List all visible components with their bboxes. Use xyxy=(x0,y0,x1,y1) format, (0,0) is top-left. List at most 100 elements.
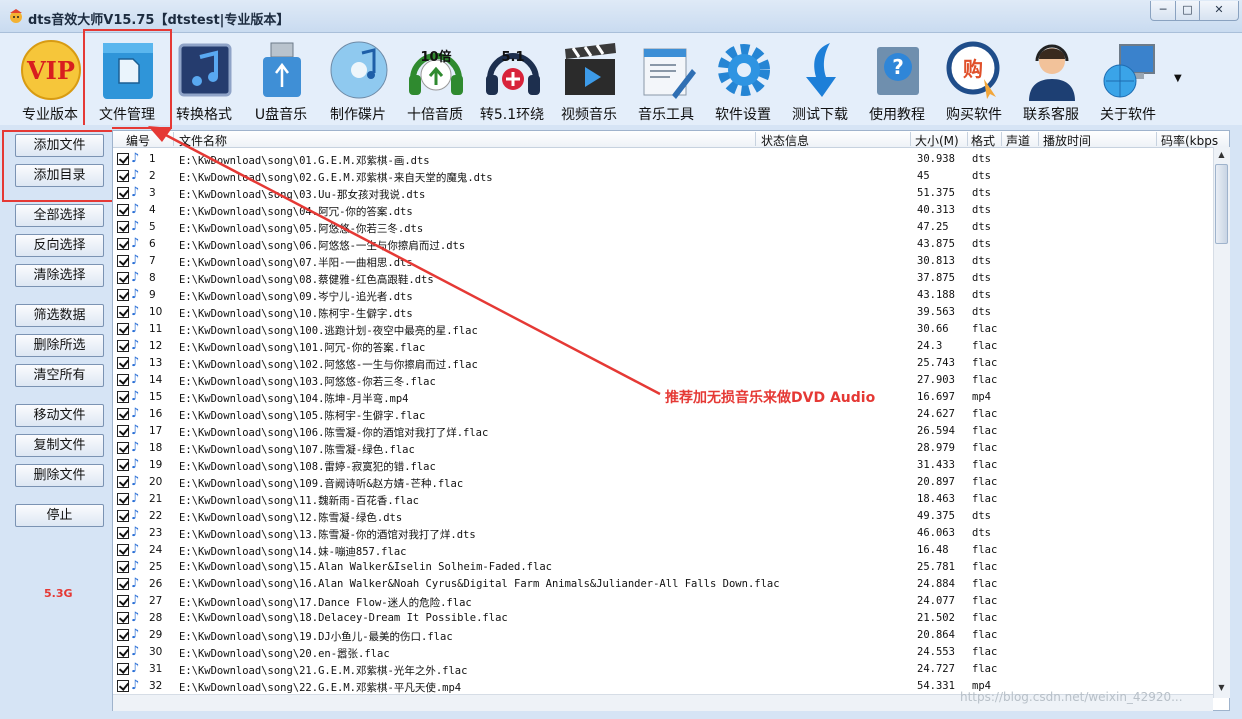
row-checkbox[interactable] xyxy=(117,408,129,420)
minimize-button[interactable]: ─ xyxy=(1150,1,1176,21)
table-row[interactable]: ♪ 12 E:\KwDownload\song\101.阿冗-你的答案.flac 24… xyxy=(113,338,1217,355)
scrollbar-thumb[interactable] xyxy=(1215,164,1228,244)
column-play-time[interactable]: 播放时间 xyxy=(1043,132,1091,149)
table-row[interactable]: ♪ 18 E:\KwDownload\song\107.陈雪凝-绿色.flac 28.… xyxy=(113,440,1217,457)
scroll-up-icon[interactable]: ▲ xyxy=(1215,147,1228,162)
row-checkbox[interactable] xyxy=(117,561,129,573)
table-row[interactable]: ♪ 30 E:\KwDownload\song\20.en-嚣张.flac 24.55… xyxy=(113,644,1217,661)
table-row[interactable]: ♪ 16 E:\KwDownload\song\105.陈柯宇-生僻字.flac 24… xyxy=(113,406,1217,423)
table-row[interactable]: ♪ 8 E:\KwDownload\song\08.蔡健雅-红色高跟鞋.dts 37.… xyxy=(113,270,1217,287)
toolbar-pro-version[interactable]: VIP 专业版本 xyxy=(12,33,88,125)
row-checkbox[interactable] xyxy=(117,340,129,352)
table-row[interactable]: ♪ 21 E:\KwDownload\song\11.魏新雨-百花香.flac 18.… xyxy=(113,491,1217,508)
copy-file-button[interactable]: 复制文件 xyxy=(15,434,104,457)
table-row[interactable]: ♪ 22 E:\KwDownload\song\12.陈雪凝-绿色.dts 49.37… xyxy=(113,508,1217,525)
row-checkbox[interactable] xyxy=(117,187,129,199)
row-checkbox[interactable] xyxy=(117,527,129,539)
toolbar-surround-51[interactable]: 5.1 转5.1环绕 xyxy=(474,33,550,125)
scroll-down-icon[interactable]: ▼ xyxy=(1215,680,1228,695)
toolbar-convert-format[interactable]: 转换格式 xyxy=(166,33,242,125)
row-checkbox[interactable] xyxy=(117,255,129,267)
toolbar-buy-software[interactable]: 购 购买软件 xyxy=(936,33,1012,125)
row-checkbox[interactable] xyxy=(117,374,129,386)
column-bitrate[interactable]: 码率(kbps xyxy=(1161,132,1218,149)
row-checkbox[interactable] xyxy=(117,476,129,488)
filter-data-button[interactable]: 筛选数据 xyxy=(15,304,104,327)
table-row[interactable]: ♪ 17 E:\KwDownload\song\106.陈雪凝-你的酒馆对我打了烊.… xyxy=(113,423,1217,440)
row-checkbox[interactable] xyxy=(117,425,129,437)
delete-file-button[interactable]: 删除文件 xyxy=(15,464,104,487)
row-checkbox[interactable] xyxy=(117,238,129,250)
toolbar-software-settings[interactable]: 软件设置 xyxy=(705,33,781,125)
clear-all-button[interactable]: 清空所有 xyxy=(15,364,104,387)
row-checkbox[interactable] xyxy=(117,493,129,505)
table-row[interactable]: ♪ 1 E:\KwDownload\song\01.G.E.M.邓紫棋-画.dts 3… xyxy=(113,151,1217,168)
row-checkbox[interactable] xyxy=(117,306,129,318)
row-checkbox[interactable] xyxy=(117,680,129,692)
row-checkbox[interactable] xyxy=(117,323,129,335)
table-row[interactable]: ♪ 23 E:\KwDownload\song\13.陈雪凝-你的酒馆对我打了烊.d… xyxy=(113,525,1217,542)
row-checkbox[interactable] xyxy=(117,357,129,369)
row-checkbox[interactable] xyxy=(117,153,129,165)
table-row[interactable]: ♪ 2 E:\KwDownload\song\02.G.E.M.邓紫棋-来自天堂的魔… xyxy=(113,168,1217,185)
move-file-button[interactable]: 移动文件 xyxy=(15,404,104,427)
table-row[interactable]: ♪ 19 E:\KwDownload\song\108.雷婷-寂寞犯的错.flac 3… xyxy=(113,457,1217,474)
row-checkbox[interactable] xyxy=(117,612,129,624)
row-checkbox[interactable] xyxy=(117,459,129,471)
row-checkbox[interactable] xyxy=(117,442,129,454)
toolbar-ten-times-quality[interactable]: 10倍 十倍音质 xyxy=(397,33,473,125)
toolbar-usb-music[interactable]: U盘音乐 xyxy=(243,33,319,125)
table-row[interactable]: ♪ 5 E:\KwDownload\song\05.阿悠悠-你若三冬.dts 47.2… xyxy=(113,219,1217,236)
column-format[interactable]: 格式 xyxy=(971,132,995,149)
table-row[interactable]: ♪ 20 E:\KwDownload\song\109.音阙诗听&赵方婧-芒种.fl… xyxy=(113,474,1217,491)
table-row[interactable]: ♪ 10 E:\KwDownload\song\10.陈柯宇-生僻字.dts 39.5… xyxy=(113,304,1217,321)
stop-button[interactable]: 停止 xyxy=(15,504,104,527)
row-checkbox[interactable] xyxy=(117,646,129,658)
toolbar-video-music[interactable]: 视频音乐 xyxy=(551,33,627,125)
toolbar-make-disc[interactable]: 制作碟片 xyxy=(320,33,396,125)
table-row[interactable]: ♪ 7 E:\KwDownload\song\07.半阳-一曲相思.dts 30.81… xyxy=(113,253,1217,270)
table-row[interactable]: ♪ 6 E:\KwDownload\song\06.阿悠悠-一生与你擦肩而过.dts… xyxy=(113,236,1217,253)
toolbar-music-tools[interactable]: 音乐工具 xyxy=(628,33,704,125)
row-checkbox[interactable] xyxy=(117,170,129,182)
table-row[interactable]: ♪ 13 E:\KwDownload\song\102.阿悠悠-一生与你擦肩而过.f… xyxy=(113,355,1217,372)
toolbar-test-download[interactable]: 测试下载 xyxy=(782,33,858,125)
table-row[interactable]: ♪ 27 E:\KwDownload\song\17.Dance Flow-迷人的危… xyxy=(113,593,1217,610)
column-channel[interactable]: 声道 xyxy=(1006,132,1030,149)
row-checkbox[interactable] xyxy=(117,663,129,675)
row-checkbox[interactable] xyxy=(117,204,129,216)
invert-selection-button[interactable]: 反向选择 xyxy=(15,234,104,257)
table-row[interactable]: ♪ 3 E:\KwDownload\song\03.Uu-那女孩对我说.dts 51.… xyxy=(113,185,1217,202)
delete-selected-button[interactable]: 删除所选 xyxy=(15,334,104,357)
select-all-button[interactable]: 全部选择 xyxy=(15,204,104,227)
table-row[interactable]: ♪ 28 E:\KwDownload\song\18.Delacey-Dream I… xyxy=(113,610,1217,627)
table-row[interactable]: ♪ 31 E:\KwDownload\song\21.G.E.M.邓紫棋-光年之外.… xyxy=(113,661,1217,678)
column-size[interactable]: 大小(M) xyxy=(915,132,959,149)
maximize-button[interactable]: □ xyxy=(1175,1,1200,21)
row-checkbox[interactable] xyxy=(117,578,129,590)
toolbar-overflow-icon[interactable]: ▼ xyxy=(1174,73,1182,84)
table-row[interactable]: ♪ 11 E:\KwDownload\song\100.逃跑计划-夜空中最亮的星.f… xyxy=(113,321,1217,338)
file-list[interactable]: 编号 文件名称 状态信息 大小(M) 格式 声道 播放时间 码率(kbps ♪ 1… xyxy=(112,130,1230,711)
table-row[interactable]: ♪ 4 E:\KwDownload\song\04.阿冗-你的答案.dts 40.31… xyxy=(113,202,1217,219)
row-checkbox[interactable] xyxy=(117,629,129,641)
table-row[interactable]: ♪ 24 E:\KwDownload\song\14.妹-嘣迪857.flac 16.… xyxy=(113,542,1217,559)
row-checkbox[interactable] xyxy=(117,544,129,556)
table-row[interactable]: ♪ 25 E:\KwDownload\song\15.Alan Walker&Ise… xyxy=(113,559,1217,576)
table-row[interactable]: ♪ 26 E:\KwDownload\song\16.Alan Walker&Noa… xyxy=(113,576,1217,593)
row-checkbox[interactable] xyxy=(117,391,129,403)
close-button[interactable]: ✕ xyxy=(1199,1,1239,21)
row-checkbox[interactable] xyxy=(117,272,129,284)
row-checkbox[interactable] xyxy=(117,595,129,607)
clear-selection-button[interactable]: 清除选择 xyxy=(15,264,104,287)
table-row[interactable]: ♪ 29 E:\KwDownload\song\19.DJ小鱼儿-最美的伤口.fla… xyxy=(113,627,1217,644)
toolbar-about-software[interactable]: 关于软件 xyxy=(1090,33,1166,125)
row-checkbox[interactable] xyxy=(117,289,129,301)
toolbar-contact-support[interactable]: 联系客服 xyxy=(1013,33,1089,125)
row-checkbox[interactable] xyxy=(117,221,129,233)
table-row[interactable]: ♪ 9 E:\KwDownload\song\09.岑宁儿-追光者.dts 43.18… xyxy=(113,287,1217,304)
column-status[interactable]: 状态信息 xyxy=(761,132,809,149)
row-checkbox[interactable] xyxy=(117,510,129,522)
column-number[interactable]: 编号 xyxy=(126,132,150,149)
toolbar-tutorial[interactable]: ? 使用教程 xyxy=(859,33,935,125)
